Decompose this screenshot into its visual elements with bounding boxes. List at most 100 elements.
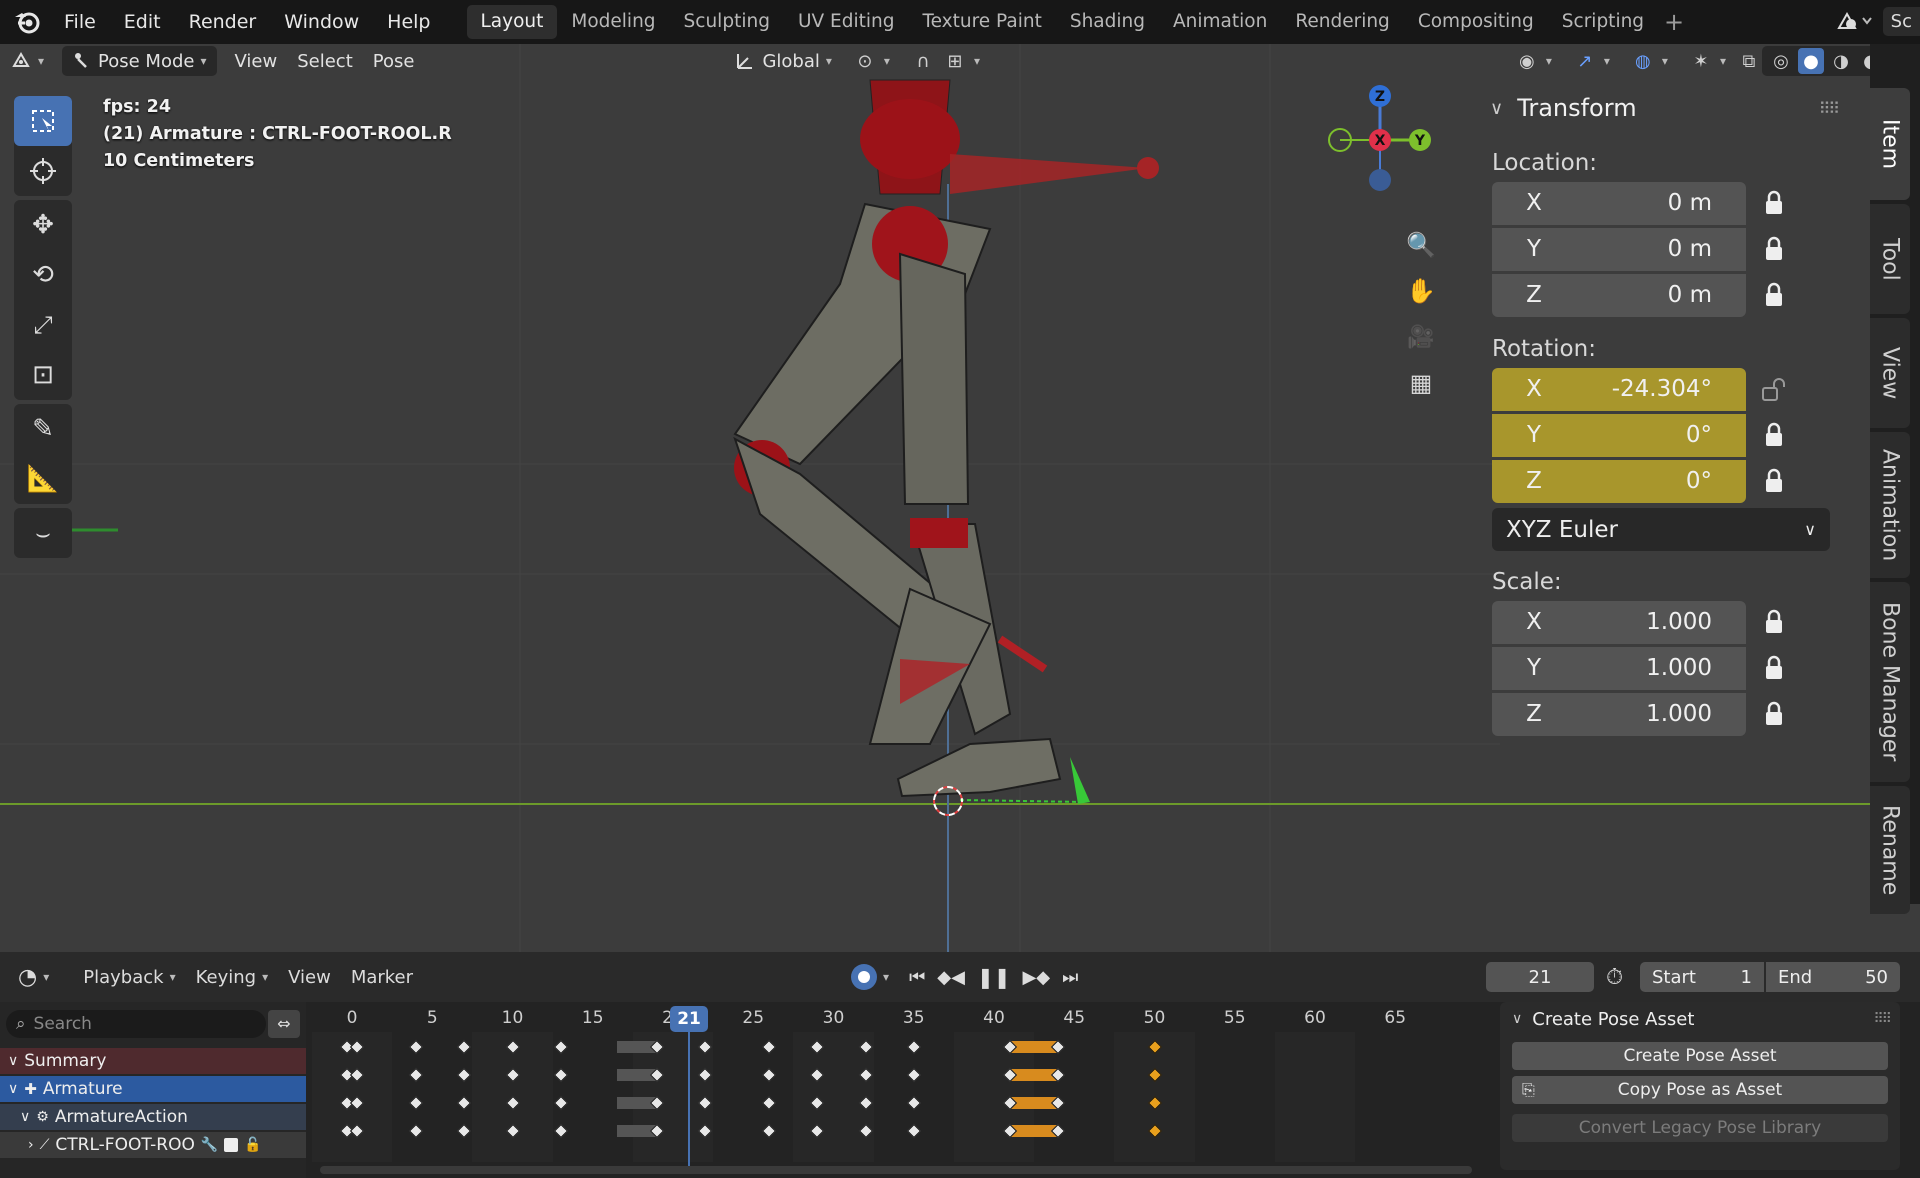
scale-y-field[interactable]: Y 1.000 <box>1492 646 1746 690</box>
pause-icon[interactable]: ❚❚ <box>977 965 1011 989</box>
keyframe-diamond[interactable] <box>349 1123 365 1139</box>
3d-viewport[interactable]: ▾ Pose Mode ▾ View Select Pose Global ▾ … <box>0 44 1920 952</box>
lock-icon[interactable] <box>1746 693 1802 736</box>
editor-type-selector[interactable]: ▾ <box>0 46 54 76</box>
next-keyframe-icon[interactable]: ▶◆ <box>1022 967 1050 988</box>
drag-grip-icon[interactable]: ⠿⠿ <box>1819 99 1840 118</box>
editor-type-selector[interactable]: ◔ ▾ <box>8 965 59 990</box>
keyframe-diamond[interactable] <box>409 1067 424 1083</box>
auto-keying-toggle[interactable]: ▾ <box>841 964 899 990</box>
tab-texture-paint[interactable]: Texture Paint <box>908 5 1055 39</box>
annotate-tool[interactable]: ✎ <box>14 404 72 454</box>
pivot-point-selector[interactable]: ⊙ ▾ <box>842 46 900 76</box>
location-x-field[interactable]: X 0 m <box>1492 181 1746 225</box>
keyframe-diamond[interactable] <box>349 1067 365 1083</box>
channel-action[interactable]: ∨ ⚙ ArmatureAction <box>0 1104 306 1130</box>
unlock-icon[interactable] <box>1746 368 1802 411</box>
snap-toggle[interactable]: ∩ ⊞ ▾ <box>900 46 990 76</box>
keyframe-diamond[interactable] <box>698 1067 713 1083</box>
keyframe-diamond[interactable] <box>457 1095 472 1111</box>
gizmo-neg-z-axis[interactable] <box>1369 169 1391 191</box>
keyframe-diamond[interactable] <box>505 1095 520 1111</box>
tab-scripting[interactable]: Scripting <box>1548 5 1658 39</box>
mode-selector[interactable]: Pose Mode ▾ <box>62 46 217 76</box>
menu-window[interactable]: Window <box>270 0 373 44</box>
unlock-icon[interactable]: 🔓 <box>244 1137 261 1153</box>
scale-z-field[interactable]: Z 1.000 <box>1492 692 1746 736</box>
tab-item[interactable]: Item <box>1870 88 1910 200</box>
keyframe-diamond[interactable] <box>409 1095 424 1111</box>
lock-icon[interactable] <box>1746 647 1802 690</box>
rotation-x-field[interactable]: X -24.304° <box>1492 367 1746 411</box>
menu-marker[interactable]: Marker <box>341 967 423 988</box>
prev-keyframe-icon[interactable]: ◆◀ <box>937 967 965 988</box>
keyframe-area[interactable] <box>306 1032 1490 1162</box>
scene-name[interactable]: Sc <box>1882 6 1920 36</box>
lock-icon[interactable] <box>1746 414 1802 457</box>
rotate-tool[interactable]: ⟲ <box>14 250 72 300</box>
lock-icon[interactable] <box>1746 274 1802 317</box>
playhead-frame[interactable]: 21 <box>670 1006 709 1032</box>
end-frame-field[interactable]: End 50 <box>1766 962 1900 992</box>
start-frame-field[interactable]: Start 1 <box>1640 962 1764 992</box>
menu-edit[interactable]: Edit <box>110 0 175 44</box>
keyframe-diamond[interactable] <box>906 1039 921 1055</box>
keyframe-diamond[interactable] <box>409 1039 424 1055</box>
lock-icon[interactable] <box>1746 460 1802 503</box>
bone-overlay-toggle[interactable]: ✶ ▾ <box>1678 46 1736 76</box>
location-z-field[interactable]: Z 0 m <box>1492 273 1746 317</box>
location-y-field[interactable]: Y 0 m <box>1492 227 1746 271</box>
ortho-toggle-button[interactable]: ▦ <box>1401 360 1441 406</box>
menu-help[interactable]: Help <box>373 0 444 44</box>
stopwatch-icon[interactable]: ⏱ <box>1606 965 1623 990</box>
scene-selector[interactable]: Sc <box>1833 6 1920 36</box>
keyframe-diamond[interactable] <box>698 1039 713 1055</box>
swap-icon[interactable]: ⇔ <box>268 1010 300 1038</box>
add-workspace-icon[interactable]: + <box>1658 5 1690 39</box>
jump-start-icon[interactable]: ⏮ <box>909 967 925 988</box>
keyframe-diamond[interactable] <box>1147 1039 1162 1055</box>
keyframe-diamond[interactable] <box>698 1095 713 1111</box>
timeline-ruler[interactable]: 05101520253035404550556065 <box>306 1002 1490 1032</box>
scale-x-field[interactable]: X 1.000 <box>1492 600 1746 644</box>
navigation-gizmo[interactable]: Z Y X <box>1310 74 1450 204</box>
copy-pose-as-asset-button[interactable]: ⎘ Copy Pose as Asset <box>1512 1076 1888 1104</box>
keyframe-diamond[interactable] <box>1147 1067 1162 1083</box>
keyframe-diamond[interactable] <box>906 1095 921 1111</box>
wrench-icon[interactable]: 🔧 <box>201 1137 218 1153</box>
tab-sculpting[interactable]: Sculpting <box>670 5 784 39</box>
keyframe-diamond[interactable] <box>858 1067 873 1083</box>
overlays-toggle[interactable]: ◍ ▾ <box>1620 46 1678 76</box>
timeline-scrollbar[interactable] <box>320 1166 1472 1174</box>
keyframe-diamond[interactable] <box>810 1095 825 1111</box>
keyframe-diamond[interactable] <box>505 1123 520 1139</box>
current-frame-field[interactable]: 21 <box>1486 962 1594 992</box>
zoom-button[interactable]: 🔍 <box>1401 222 1441 268</box>
wireframe-shading-icon[interactable]: ◎ <box>1768 48 1794 74</box>
measure-tool[interactable]: 📐 <box>14 454 72 504</box>
keyframe-diamond[interactable] <box>505 1039 520 1055</box>
menu-select[interactable]: Select <box>287 46 363 76</box>
keyframe-diamond[interactable] <box>810 1039 825 1055</box>
lock-icon[interactable] <box>1746 228 1802 271</box>
visibility-selector[interactable]: ◉ ▾ <box>1504 46 1562 76</box>
create-pose-asset-button[interactable]: Create Pose Asset <box>1512 1042 1888 1070</box>
move-tool[interactable]: ✥ <box>14 200 72 250</box>
keyframe-diamond[interactable] <box>1147 1123 1162 1139</box>
tab-bone-manager[interactable]: Bone Manager <box>1870 582 1910 782</box>
rotation-z-field[interactable]: Z 0° <box>1492 459 1746 503</box>
keyframe-diamond[interactable] <box>906 1067 921 1083</box>
tab-view[interactable]: View <box>1870 318 1910 428</box>
menu-keying[interactable]: Keying ▾ <box>186 967 279 988</box>
tab-compositing[interactable]: Compositing <box>1404 5 1548 39</box>
menu-render[interactable]: Render <box>175 0 271 44</box>
keyframe-diamond[interactable] <box>810 1067 825 1083</box>
keyframe-diamond[interactable] <box>762 1039 777 1055</box>
keyframe-diamond[interactable] <box>810 1123 825 1139</box>
rotation-y-field[interactable]: Y 0° <box>1492 413 1746 457</box>
keyframe-diamond[interactable] <box>349 1095 365 1111</box>
channel-search-input[interactable]: ⌕ Search <box>6 1010 266 1038</box>
relax-pose-tool[interactable]: ⌣ <box>14 508 72 558</box>
tab-rename[interactable]: Rename <box>1870 786 1910 914</box>
scale-tool[interactable]: ⤢ <box>14 300 72 350</box>
